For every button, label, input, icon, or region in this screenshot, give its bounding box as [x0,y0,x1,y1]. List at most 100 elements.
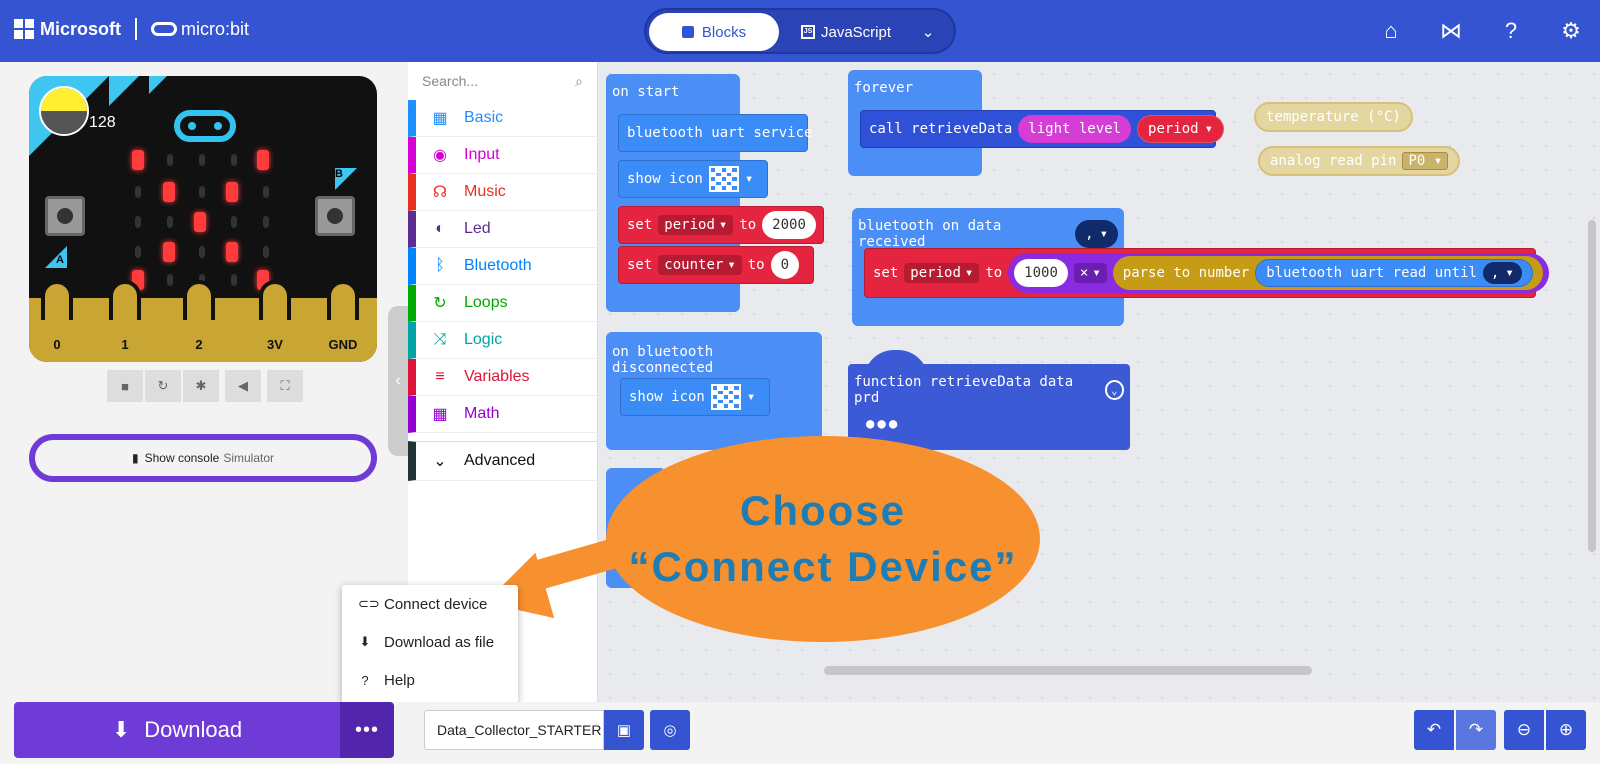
delimiter-value: , [1490,265,1500,281]
simulator-controls: ■ ↻ ✱ ◀ ⛶ [107,370,303,402]
icon-picker[interactable] [710,384,741,410]
set-period-block[interactable]: set period ▾ to 2000 [618,206,824,244]
block-text: bluetooth uart read until [1266,265,1477,281]
delimiter-value: , [1085,226,1094,242]
search-icon[interactable]: ⌕ [575,73,583,90]
delimiter-dropdown[interactable]: , ▾ [1075,220,1118,248]
settings-icon[interactable]: ⚙ [1556,16,1586,46]
light-level-reporter[interactable]: light level [1018,115,1132,143]
chevron-down-icon[interactable]: ▾ [747,389,755,405]
fullscreen-icon[interactable]: ⛶ [267,370,303,402]
zoom-in-icon[interactable]: ⊕ [1546,710,1586,750]
category-label: Bluetooth [464,257,532,274]
brand[interactable]: Microsoft micro:bit [14,18,249,40]
download-button[interactable]: ⬇ Download [14,702,340,758]
help-icon[interactable]: ? [1496,16,1526,46]
menu-item-help[interactable]: ? Help [342,661,518,699]
more-options-button[interactable]: ••• [340,702,394,758]
category-advanced[interactable]: ⌄ Advanced [408,441,597,481]
uart-read-until-block[interactable]: bluetooth uart read until , ▾ [1255,259,1533,287]
undo-icon[interactable]: ↶ [1414,710,1454,750]
pin-label: 1 [121,337,129,352]
mute-icon[interactable]: ◀ [225,370,261,402]
toolbox-search[interactable]: Search... ⌕ [408,62,597,100]
number-input[interactable]: 0 [770,251,800,279]
set-period-expression-block[interactable]: set period ▾ to 1000 × ▾ parse to number b… [864,248,1549,298]
search-input[interactable]: Search... [422,73,478,89]
category-logic[interactable]: ⤨ Logic [408,322,597,359]
redo-icon[interactable]: ↷ [1456,710,1496,750]
block-text: show icon [627,171,703,187]
microbit-simulator[interactable]: 128 A B 0 1 2 3V GND [29,76,377,362]
led-off [263,186,269,198]
light-level-meter[interactable] [39,86,89,136]
category-basic[interactable]: ▦ Basic [408,100,597,137]
save-icon[interactable]: ▣ [604,710,644,750]
forever-label: forever [854,80,914,96]
temperature-reporter-block[interactable]: temperature (°C) [1254,102,1413,132]
vertical-scrollbar[interactable] [1588,220,1596,552]
button-a[interactable] [45,196,85,236]
block-text: to [739,217,757,233]
function-retrievedata-block[interactable]: function retrieveData data prd ⌄ ●●● [848,364,1130,450]
category-math[interactable]: ▦ Math [408,396,597,433]
language-dropdown-chevron-icon[interactable]: ⌄ [908,13,948,51]
project-name-input[interactable]: Data_Collector_STARTER [424,710,604,750]
tab-blocks[interactable]: Blocks [649,13,779,51]
variable-dropdown[interactable]: period ▾ [904,263,980,283]
stop-icon[interactable]: ■ [107,370,143,402]
category-input[interactable]: ◉ Input [408,137,597,174]
pin-1[interactable]: 1 [107,280,143,362]
expand-circle-icon[interactable]: ⌄ [1104,380,1124,400]
zoom-out-icon[interactable]: ⊖ [1504,710,1544,750]
microbit-logo-touch[interactable] [174,110,236,142]
number-input[interactable]: 2000 [762,211,816,239]
category-loops[interactable]: ↻ Loops [408,285,597,322]
multiply-block[interactable]: 1000 × ▾ parse to number bluetooth uart r… [1008,253,1549,293]
refresh-icon: ↻ [433,295,447,312]
button-b[interactable] [315,196,355,236]
category-led[interactable]: ◐ Led [408,211,597,248]
show-console-button[interactable]: ▮ Show console Simulator [29,434,377,482]
pin-3v[interactable]: 3V [257,280,293,362]
category-music[interactable]: ☊ Music [408,174,597,211]
home-icon[interactable]: ⌂ [1376,16,1406,46]
bluetooth-uart-service-block[interactable]: bluetooth uart service [618,114,812,152]
restart-icon[interactable]: ↻ [145,370,181,402]
button-a-label: A [56,254,64,266]
set-counter-block[interactable]: set counter ▾ to 0 [618,246,814,284]
number-input[interactable]: 1000 [1014,259,1068,287]
chevron-down-icon[interactable]: ▾ [745,171,753,187]
pin-dropdown[interactable]: P0 ▾ [1402,152,1449,170]
pin-gnd[interactable]: GND [323,280,363,362]
show-icon-block[interactable]: show icon ▾ [618,160,768,198]
category-label: Basic [464,109,504,126]
share-icon[interactable]: ⋈ [1436,16,1466,46]
collapse-simulator-handle[interactable]: ‹ [388,306,408,456]
bluetooth-icon: ᛒ [435,257,445,274]
debug-icon[interactable]: ✱ [183,370,219,402]
call-retrievedata-block[interactable]: call retrieveData light level period ▾ [860,110,1225,148]
parse-to-number-block[interactable]: parse to number bluetooth uart read unti… [1112,256,1543,290]
horizontal-scrollbar[interactable] [824,666,1312,675]
menu-item-download-as-file[interactable]: ⬇ Download as file [342,623,518,661]
show-icon-block[interactable]: show icon ▾ [620,378,770,416]
category-variables[interactable]: ≡ Variables [408,359,597,396]
category-bluetooth[interactable]: ᛒ Bluetooth [408,248,597,285]
editor-mode-switch: Blocks JS JavaScript ⌄ [644,8,956,54]
variable-dropdown[interactable]: counter ▾ [658,255,742,275]
menu-item-connect-device[interactable]: ⊂⊃ Connect device [342,585,518,623]
pin-0[interactable]: 0 [39,280,75,362]
variable-dropdown[interactable]: period ▾ [658,215,734,235]
pin-2[interactable]: 2 [181,280,217,362]
variable-name: period [1148,121,1199,137]
github-icon[interactable]: ◎ [650,710,690,750]
pin-name: P0 [1408,153,1426,169]
operator-dropdown[interactable]: × ▾ [1073,263,1107,283]
tab-javascript[interactable]: JS JavaScript [786,13,906,51]
icon-picker[interactable] [708,166,739,192]
ellipsis-icon[interactable]: ●●● [848,416,1130,432]
analog-read-pin-block[interactable]: analog read pin P0 ▾ [1258,146,1461,176]
delimiter-dropdown[interactable]: , ▾ [1482,262,1522,284]
period-variable-reporter[interactable]: period ▾ [1137,115,1225,143]
